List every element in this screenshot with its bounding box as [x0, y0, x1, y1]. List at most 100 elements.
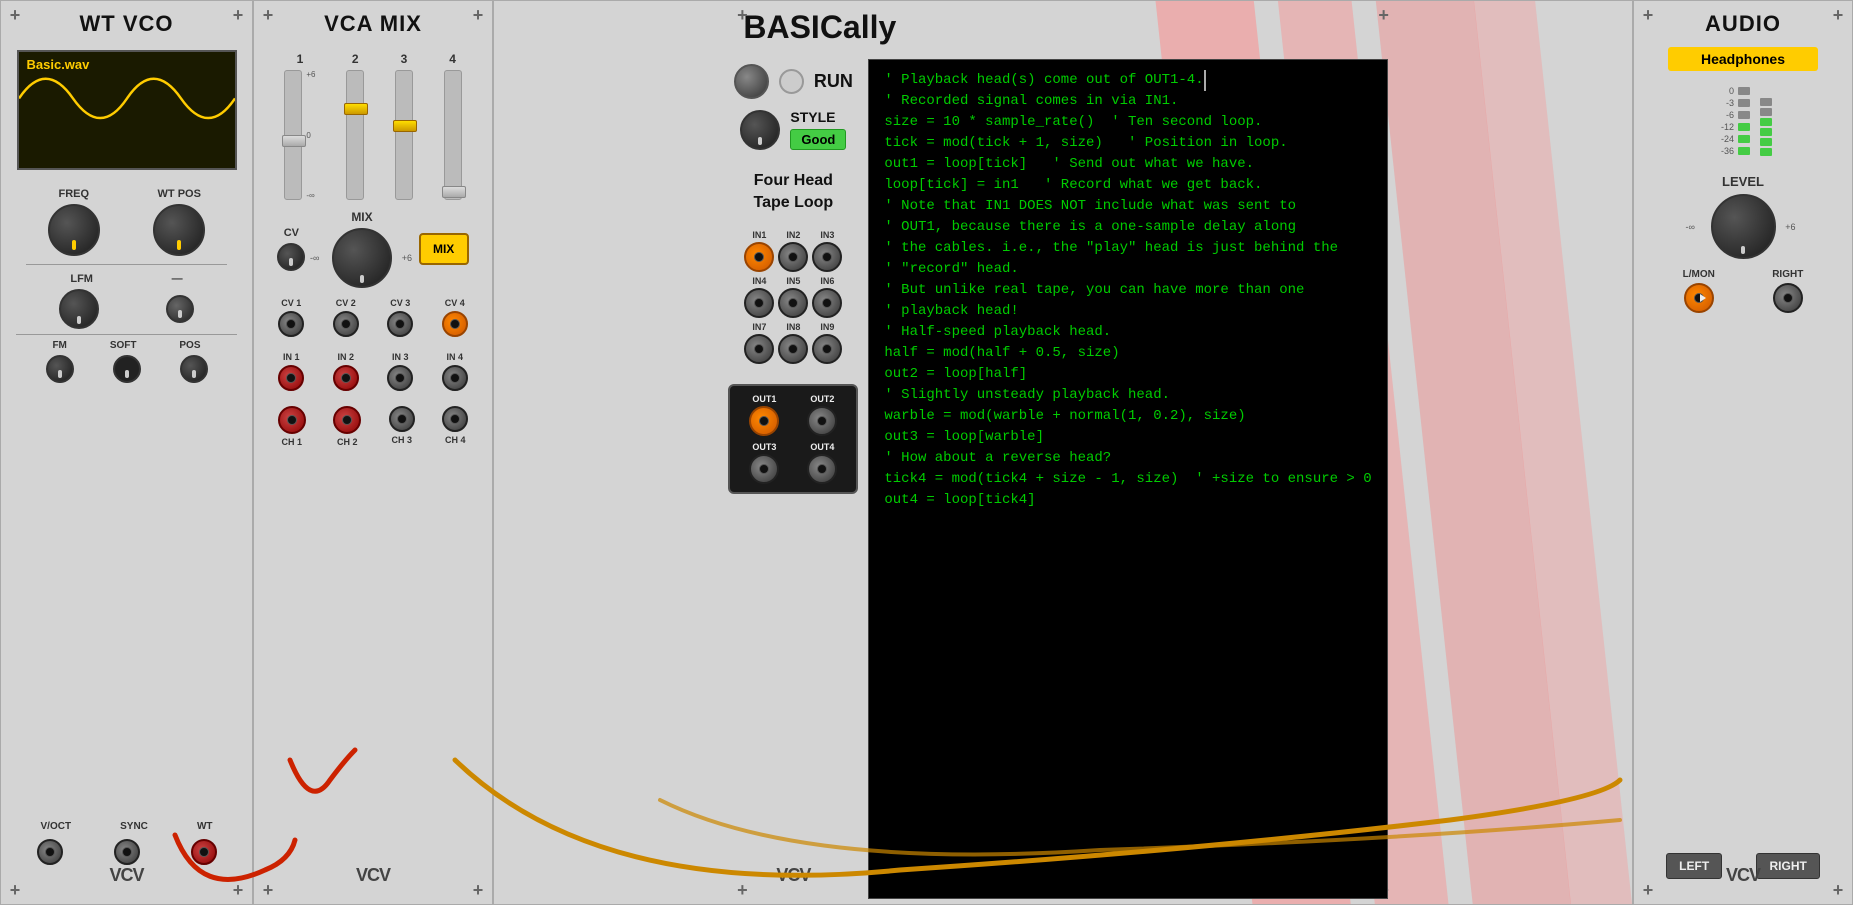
level-label: LEVEL: [1722, 174, 1764, 189]
in2-grid-port[interactable]: [778, 242, 808, 272]
in9-grid-port[interactable]: [812, 334, 842, 364]
cv2-port[interactable]: [333, 311, 359, 337]
lmon-right-row: L/MON RIGHT: [1634, 269, 1852, 313]
cv3-port[interactable]: [387, 311, 413, 337]
in7-grid-port[interactable]: [744, 334, 774, 364]
fader-track-2[interactable]: [346, 70, 364, 200]
cv-ports-row: CV 1 CV 2 CV 3 CV 4: [254, 293, 492, 342]
in2-port[interactable]: [333, 365, 359, 391]
voct-port[interactable]: [37, 839, 63, 865]
right-port-group: RIGHT: [1772, 269, 1803, 313]
fader-3-track-wrap: [395, 70, 413, 200]
soft-knob[interactable]: [113, 355, 141, 383]
cv3-label: CV 3: [390, 298, 410, 308]
fader-handle-4[interactable]: [442, 186, 466, 198]
style-label: STYLE: [790, 109, 835, 125]
vca-mix-module: + + + + VCA MIX 1 +60-∞ 2 3: [253, 0, 493, 905]
cv4-port[interactable]: [442, 311, 468, 337]
in8-grid-port[interactable]: [778, 334, 808, 364]
fader-group-4: 4: [444, 52, 462, 200]
in3-grid-label: IN3: [820, 230, 834, 240]
ch4-port[interactable]: [442, 406, 468, 432]
lfm-small-knob[interactable]: [166, 295, 194, 323]
pos-knob[interactable]: [180, 355, 208, 383]
vu-bar-r-3: [1760, 108, 1772, 116]
basically-corner-tr: +: [1374, 5, 1394, 25]
right-button[interactable]: RIGHT: [1756, 853, 1819, 879]
freq-knob[interactable]: [48, 204, 100, 256]
in1-port-group: IN 1: [278, 352, 304, 391]
cv2-port-group: CV 2: [333, 298, 359, 337]
in8-grid-inner: [788, 344, 798, 354]
out4-port[interactable]: [807, 454, 837, 484]
ch1-port[interactable]: [278, 406, 306, 434]
fm-knob[interactable]: [46, 355, 74, 383]
wt-pos-knob[interactable]: [153, 204, 205, 256]
fader-scale-1: +60-∞: [306, 70, 315, 200]
level-knob-dot: [1741, 246, 1745, 254]
cv1-port[interactable]: [278, 311, 304, 337]
in3-grid-port[interactable]: [812, 242, 842, 272]
mix-button[interactable]: MIX: [419, 233, 469, 265]
ch2-port-inner: [342, 415, 352, 425]
fader-handle-1[interactable]: [282, 135, 306, 147]
vco-bottom-ports: V/OCT SYNC WT: [1, 821, 252, 904]
cv3-port-group: CV 3: [387, 298, 413, 337]
code-editor[interactable]: ' Playback head(s) come out of OUT1-4. '…: [868, 59, 1387, 899]
fader-track-1[interactable]: [284, 70, 302, 200]
lmon-port[interactable]: [1684, 283, 1714, 313]
in6-grid-port[interactable]: [812, 288, 842, 318]
ch3-port[interactable]: [389, 406, 415, 432]
fader-track-4[interactable]: [444, 70, 462, 200]
corner-plus-br: +: [228, 880, 248, 900]
ch3-port-group: CH 3: [389, 406, 415, 447]
in4-port-inner: [450, 373, 460, 383]
vu-row-0: 0: [1714, 86, 1750, 96]
in3-port[interactable]: [387, 365, 413, 391]
fader-handle-3[interactable]: [393, 120, 417, 132]
out2-group: OUT2: [796, 394, 848, 436]
in4-port[interactable]: [442, 365, 468, 391]
in4-grid-port[interactable]: [744, 288, 774, 318]
style-area: STYLE Good: [740, 109, 846, 150]
ch2-port[interactable]: [333, 406, 361, 434]
out1-port[interactable]: [749, 406, 779, 436]
basically-editor-area: ' Playback head(s) come out of OUT1-4. '…: [858, 54, 1397, 904]
lmon-label: L/MON: [1683, 269, 1715, 280]
vu-label-24: -24: [1714, 134, 1734, 144]
sync-port[interactable]: [114, 839, 140, 865]
code-line: tick4 = mod(tick4 + size - 1, size) ' +s…: [884, 469, 1371, 490]
run-button[interactable]: [734, 64, 769, 99]
waveform-label: Basic.wav: [27, 57, 90, 72]
level-knob[interactable]: [1711, 194, 1776, 259]
ch-out-ports-row: CH 1 CH 2 CH 3 CH 4: [254, 401, 492, 452]
in3-grid-inner: [822, 252, 832, 262]
vu-bar-r-36: [1760, 148, 1772, 156]
in5-grid-port[interactable]: [778, 288, 808, 318]
mix-knob[interactable]: [332, 228, 392, 288]
vca-corner-tl: +: [258, 5, 278, 25]
fader-label-3: 3: [401, 52, 408, 66]
lfm-knob[interactable]: [59, 289, 99, 329]
wt-port[interactable]: [191, 839, 217, 865]
out3-port[interactable]: [749, 454, 779, 484]
waveform-display: Basic.wav: [17, 50, 237, 170]
style-knob[interactable]: [740, 110, 780, 150]
in1-grid-port[interactable]: [744, 242, 774, 272]
out2-port[interactable]: [807, 406, 837, 436]
cv-knob[interactable]: [277, 243, 305, 271]
soft-dot: [125, 370, 129, 378]
fader-track-3[interactable]: [395, 70, 413, 200]
freq-knob-group: FREQ: [48, 188, 100, 256]
fader-group-3: 3: [395, 52, 413, 200]
in1-port[interactable]: [278, 365, 304, 391]
ch1-port-group: CH 1: [278, 406, 306, 447]
audio-device-label[interactable]: Headphones: [1668, 47, 1818, 71]
ch1-port-inner: [287, 415, 297, 425]
left-button[interactable]: LEFT: [1666, 853, 1722, 879]
fader-handle-2[interactable]: [344, 103, 368, 115]
right-port[interactable]: [1773, 283, 1803, 313]
in-ports-row: IN 1 IN 2 IN 3 IN 4: [254, 347, 492, 396]
ch1-out-label: CH 1: [281, 437, 302, 447]
mix-scale-left: -∞: [310, 253, 319, 263]
